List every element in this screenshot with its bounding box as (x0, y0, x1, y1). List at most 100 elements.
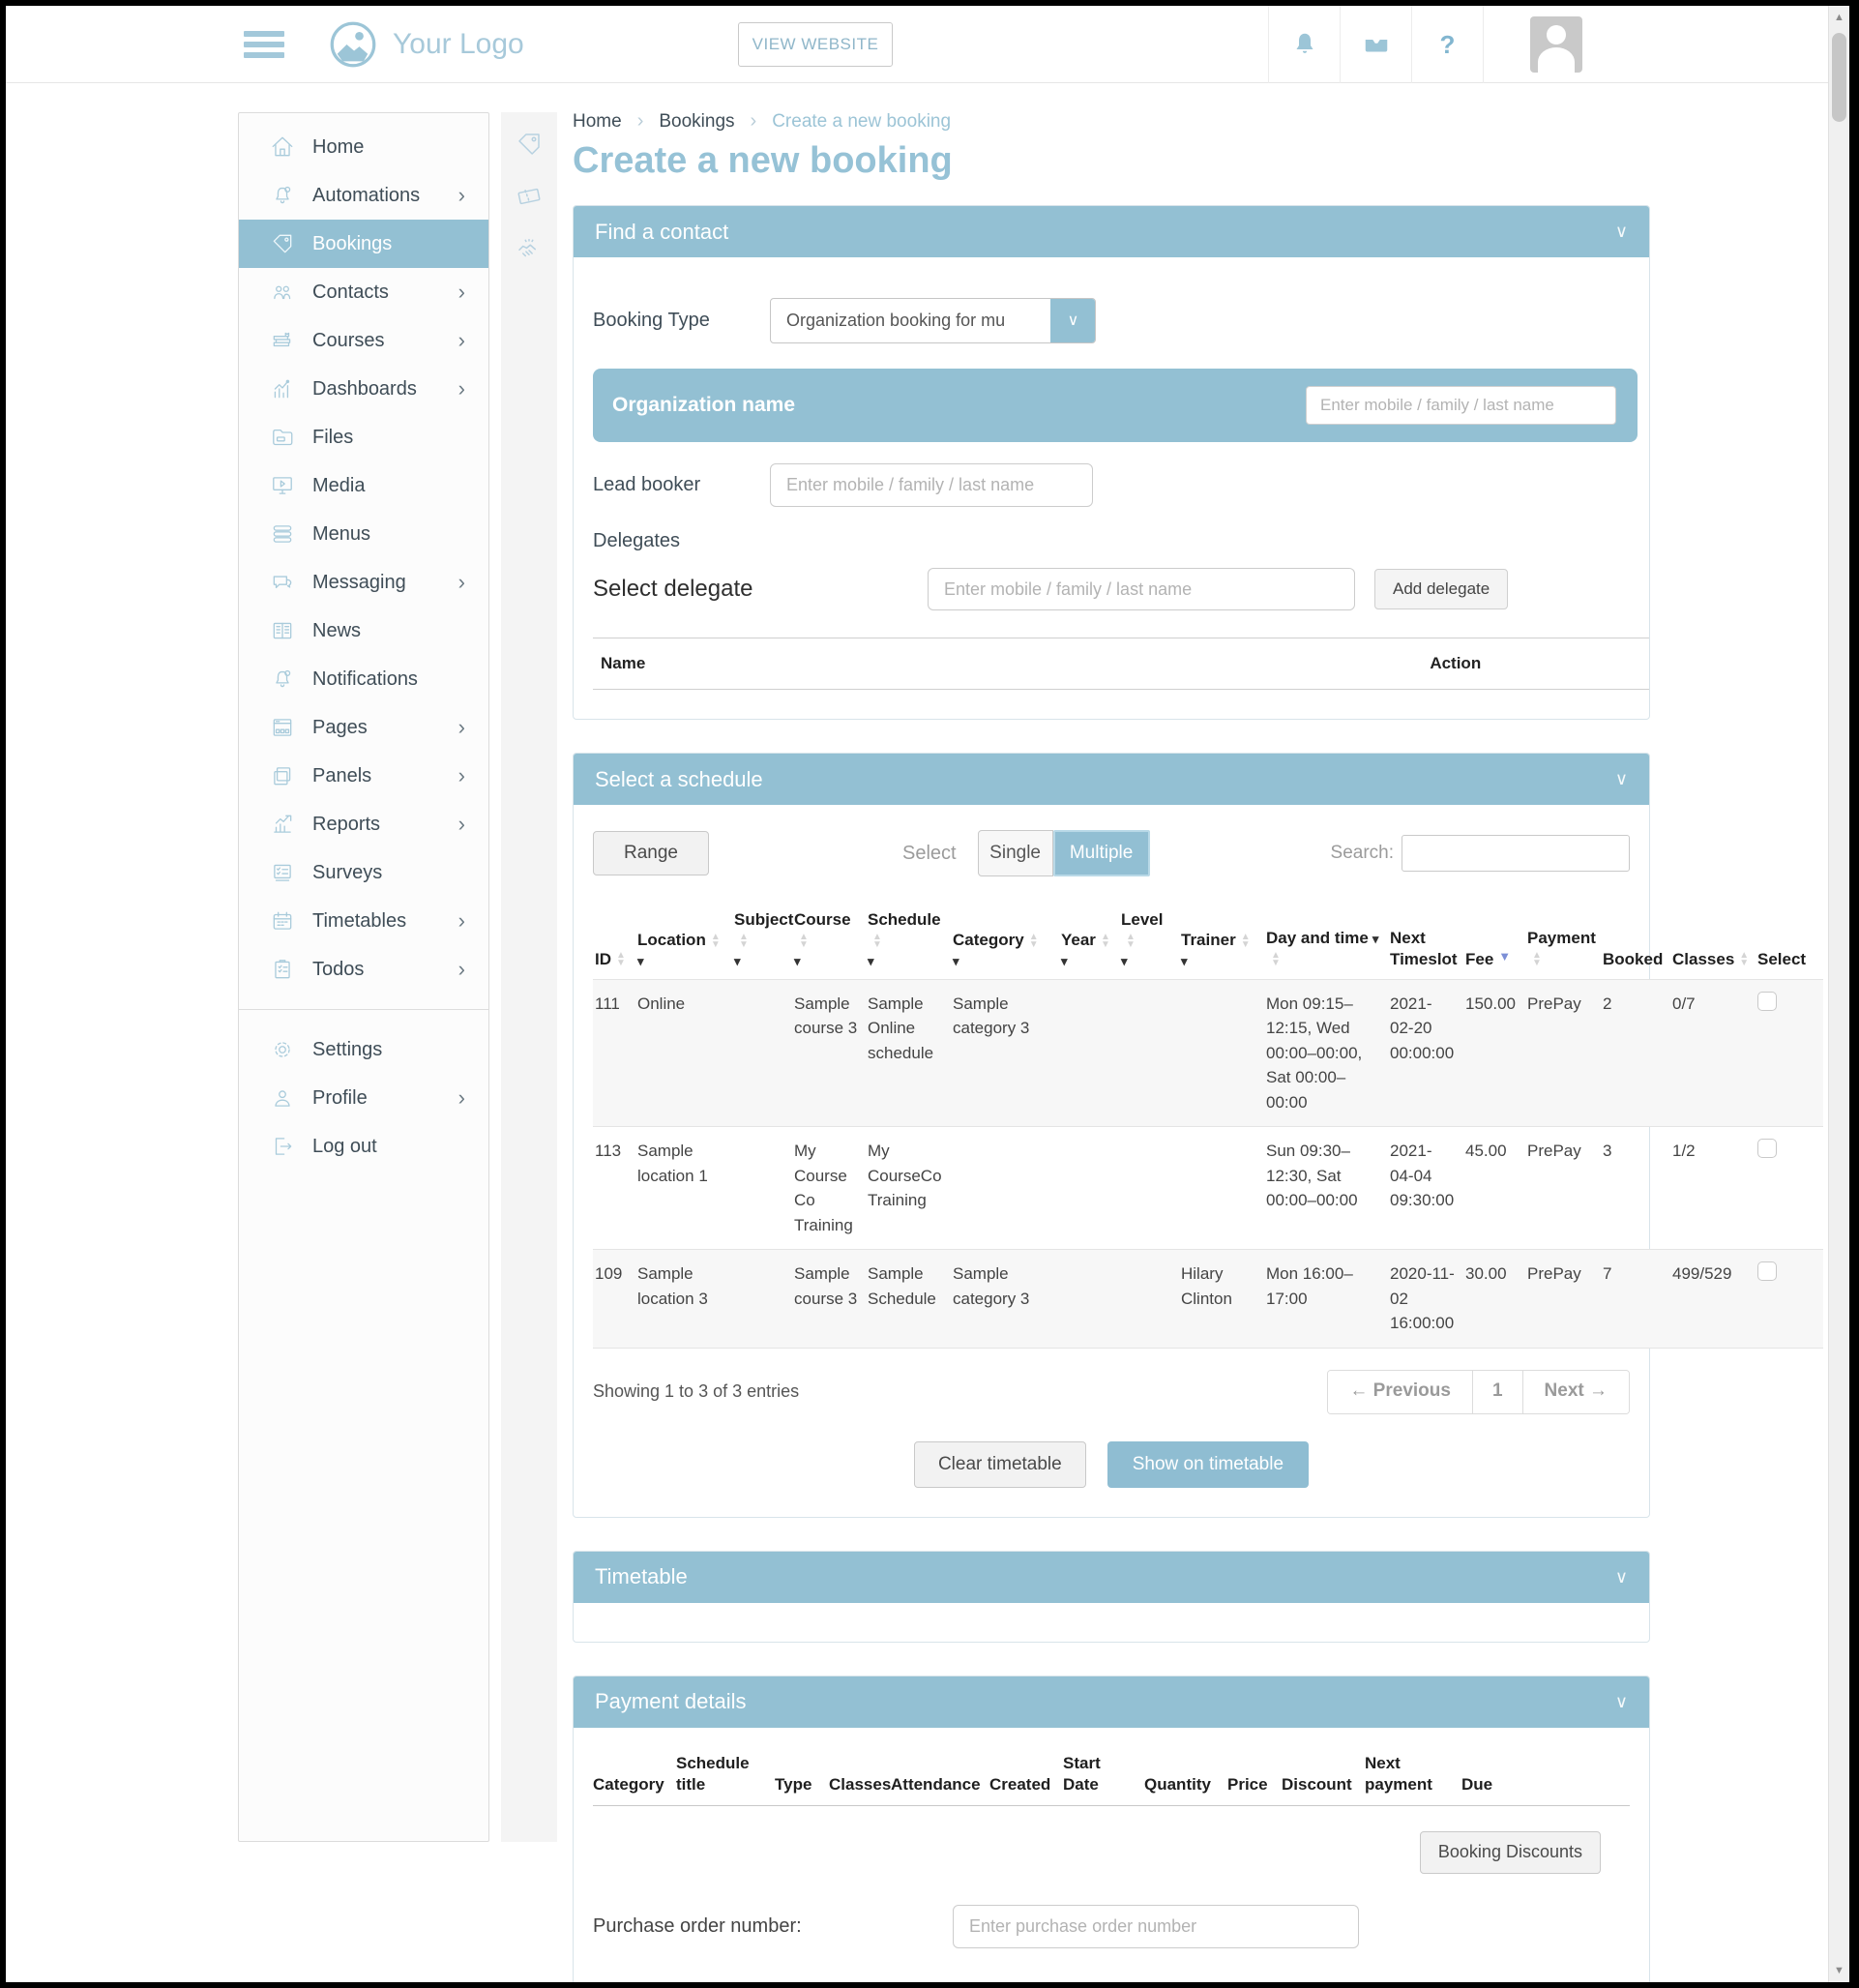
notifications-bell-button[interactable] (1268, 6, 1340, 83)
select-checkbox[interactable] (1757, 1261, 1777, 1281)
pagination-page-1[interactable]: 1 (1472, 1371, 1523, 1413)
single-mode-button[interactable]: Single (978, 830, 1053, 876)
sidebar-item-logout[interactable]: Log out (239, 1122, 488, 1171)
payment-details-header[interactable]: Payment details ∨ (574, 1676, 1649, 1728)
booking-type-select[interactable]: Organization booking for mu ∨ (770, 298, 1096, 343)
schedule-row[interactable]: 111 Online Sample course 3 Sample Online… (593, 979, 1823, 1127)
column-header-fee[interactable]: Fee▼ (1463, 905, 1525, 979)
column-header-subject[interactable]: Subject▲▼▾ (732, 905, 792, 979)
column-header-id[interactable]: ID▲▼ (593, 905, 635, 979)
sidebar-item-pages[interactable]: Pages (239, 703, 488, 752)
sidebar-divider (239, 1009, 488, 1010)
schedule-row[interactable]: 113 Sample location 1 My CourseCo Traini… (593, 1127, 1823, 1250)
sidebar-item-home[interactable]: Home (239, 123, 488, 171)
logo-text: Your Logo (393, 28, 524, 61)
pagination-next-button[interactable]: Next → (1523, 1371, 1629, 1413)
chart-icon (270, 376, 295, 401)
sidebar-item-news[interactable]: News (239, 607, 488, 655)
scrollbar-thumb[interactable] (1832, 33, 1846, 122)
app-window: Your Logo VIEW WEBSITE ? (6, 6, 1849, 1982)
show-on-timetable-button[interactable]: Show on timetable (1107, 1441, 1309, 1488)
collapse-chevron-icon[interactable]: ∨ (1615, 1567, 1628, 1587)
question-mark-icon: ? (1440, 30, 1456, 60)
select-checkbox[interactable] (1757, 1139, 1777, 1158)
browser-window-icon (270, 715, 295, 740)
ticket-icon[interactable] (515, 182, 544, 211)
sidebar-item-automations[interactable]: Automations (239, 171, 488, 220)
range-button[interactable]: Range (593, 831, 709, 875)
sidebar-item-panels[interactable]: Panels (239, 752, 488, 800)
pagination-previous-button[interactable]: ← Previous (1328, 1371, 1472, 1413)
collapse-chevron-icon[interactable]: ∨ (1615, 769, 1628, 789)
sidebar-item-todos[interactable]: Todos (239, 945, 488, 994)
sidebar-item-notifications[interactable]: Notifications (239, 655, 488, 703)
lead-booker-input[interactable] (770, 463, 1093, 507)
purchase-order-input[interactable] (953, 1905, 1359, 1948)
column-header-next-timeslot[interactable]: Next Timeslot (1388, 905, 1463, 979)
sidebar-item-profile[interactable]: Profile (239, 1074, 488, 1122)
delegate-search-input[interactable] (928, 568, 1355, 610)
select-chevron-icon[interactable]: ∨ (1050, 298, 1096, 343)
column-header-level[interactable]: Level▲▼▾ (1119, 905, 1179, 979)
sidebar-item-messaging[interactable]: Messaging (239, 558, 488, 607)
breadcrumb-separator: › (751, 110, 757, 133)
collapse-chevron-icon[interactable]: ∨ (1615, 1692, 1628, 1712)
filter-caret-icon: ▾ (1372, 932, 1379, 946)
select-checkbox[interactable] (1757, 992, 1777, 1011)
column-header-booked[interactable]: Booked (1601, 905, 1670, 979)
sidebar-item-settings[interactable]: Settings (239, 1025, 488, 1074)
vertical-scrollbar[interactable]: ▲ ▼ (1828, 6, 1849, 1982)
column-header-course[interactable]: Course▲▼▾ (792, 905, 866, 979)
column-header-day-time[interactable]: Day and time▾▲▼ (1264, 905, 1388, 979)
multiple-mode-button[interactable]: Multiple (1053, 830, 1150, 876)
column-header-trainer[interactable]: Trainer▲▼▾ (1179, 905, 1264, 979)
sidebar-item-reports[interactable]: Reports (239, 800, 488, 848)
logo[interactable]: Your Logo (329, 20, 524, 69)
organization-name-panel: Organization name (593, 369, 1638, 442)
column-header-classes[interactable]: Classes▲▼ (1670, 905, 1756, 979)
trend-graph-icon (270, 812, 295, 837)
tag-icon[interactable] (515, 130, 544, 159)
inbox-button[interactable] (1340, 6, 1411, 83)
booking-type-value: Organization booking for mu (786, 311, 1005, 330)
view-website-button[interactable]: VIEW WEBSITE (738, 22, 893, 67)
sidebar-item-timetables[interactable]: Timetables (239, 897, 488, 945)
select-mode-label: Select (902, 843, 957, 865)
section-title: Find a contact (595, 220, 728, 245)
handshake-icon[interactable] (515, 234, 544, 263)
column-header-year[interactable]: Year▲▼▾ (1059, 905, 1119, 979)
sidebar-item-dashboards[interactable]: Dashboards (239, 365, 488, 413)
clear-timetable-button[interactable]: Clear timetable (914, 1441, 1086, 1488)
sidebar-item-courses[interactable]: Courses (239, 316, 488, 365)
timetable-header[interactable]: Timetable ∨ (574, 1552, 1649, 1603)
sidebar-item-bookings[interactable]: Bookings (239, 220, 488, 268)
sidebar-item-files[interactable]: Files (239, 413, 488, 461)
sidebar-item-surveys[interactable]: Surveys (239, 848, 488, 897)
column-header-category[interactable]: Category▲▼▾ (951, 905, 1059, 979)
organization-name-input[interactable] (1306, 386, 1616, 425)
schedule-search-input[interactable] (1402, 835, 1630, 872)
sidebar-item-media[interactable]: Media (239, 461, 488, 510)
tag-icon (270, 231, 295, 256)
scroll-up-button[interactable]: ▲ (1829, 6, 1849, 29)
hamburger-menu-icon[interactable] (244, 26, 284, 63)
top-header: Your Logo VIEW WEBSITE ? (6, 6, 1849, 83)
help-button[interactable]: ? (1411, 6, 1483, 83)
column-header-payment[interactable]: Payment▲▼ (1525, 905, 1601, 979)
bell-icon (270, 667, 295, 692)
add-delegate-button[interactable]: Add delegate (1374, 569, 1508, 609)
booking-discounts-button[interactable]: Booking Discounts (1420, 1831, 1601, 1874)
column-header-schedule[interactable]: Schedule▲▼▾ (866, 905, 951, 979)
breadcrumb-home[interactable]: Home (573, 111, 622, 133)
select-schedule-header[interactable]: Select a schedule ∨ (574, 754, 1649, 805)
column-header-location[interactable]: Location▲▼▾ (635, 905, 732, 979)
sidebar-item-menus[interactable]: Menus (239, 510, 488, 558)
schedule-row[interactable]: 109 Sample location 3 Sample course 3 Sa… (593, 1250, 1823, 1349)
user-menu-button[interactable] (1483, 6, 1628, 83)
breadcrumb-bookings[interactable]: Bookings (659, 111, 734, 133)
scroll-down-button[interactable]: ▼ (1829, 1959, 1849, 1982)
find-contact-header[interactable]: Find a contact ∨ (574, 206, 1649, 257)
sidebar-item-contacts[interactable]: Contacts (239, 268, 488, 316)
collapse-chevron-icon[interactable]: ∨ (1615, 222, 1628, 242)
breadcrumb-separator: › (637, 110, 644, 133)
